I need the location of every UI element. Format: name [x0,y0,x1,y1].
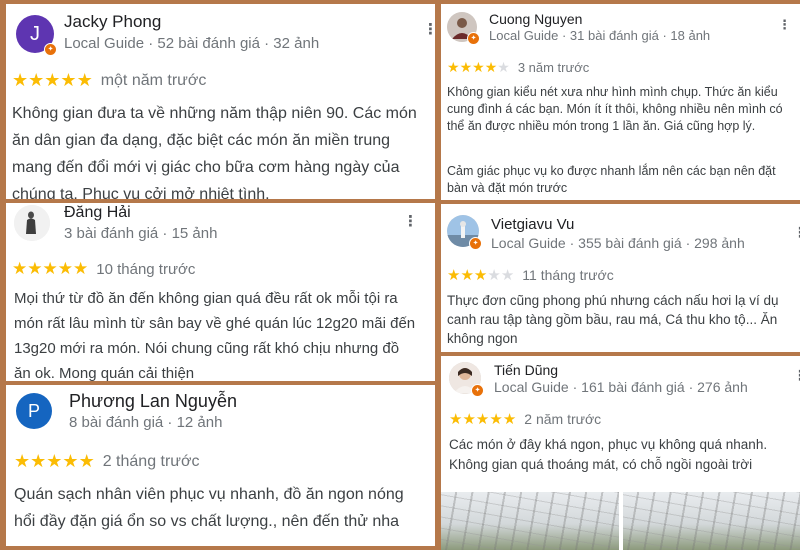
star-empty-icon: ★ [497,59,510,76]
review-photos [441,492,800,550]
review-text: Không gian kiểu nét xưa như hình mình ch… [447,85,783,133]
review-card-phuong-lan-nguyen: P Phương Lan Nguyễn 8 bài đánh giá · 12 … [6,385,435,546]
star-rating: ★ ★ ★ ★ ★ 2 năm trước [449,411,601,427]
review-text: Không gian đưa ta về những năm thập niên… [12,105,417,199]
star-empty-icon: ★ [500,265,515,284]
star-icon: ★ [78,451,95,472]
avatar-letter: J [30,22,40,45]
reviewer-name[interactable]: Cuong Nguyen [489,11,582,27]
avatar-letter: P [27,400,40,421]
review-card-tien-dung: ✦ Tiến Dũng Local Guide · 161 bài đánh g… [441,356,800,550]
review-card-cuong-nguyen: ✦ Cuong Nguyen Local Guide · 31 bài đánh… [441,4,800,200]
review-text: Quán sạch nhân viên phục vụ nhanh, đồ ăn… [14,486,404,530]
more-options-icon[interactable]: ⋮ [423,22,435,37]
review-text: Mọi thứ từ đồ ăn đến không gian quá đều … [14,290,416,381]
review-text: Thực đơn cũng phong phú nhưng cách nấu h… [447,293,779,346]
star-icon: ★ [447,59,460,76]
reviewer-name[interactable]: Đăng Hải [64,204,131,222]
star-rating: ★ ★ ★ ★ ★ 10 tháng trước [12,259,196,279]
reviewer-name[interactable]: Phương Lan Nguyễn [69,391,237,412]
more-options-icon[interactable]: ⋮ [793,369,800,383]
star-icon: ★ [57,259,73,279]
review-card-vietgiavu-vu: ✦ Vietgiavu Vu Local Guide · 355 bài đán… [441,204,800,352]
more-options-icon[interactable]: ⋮ [778,19,791,32]
review-photo[interactable] [441,492,619,550]
star-icon: ★ [484,59,498,76]
star-icon: ★ [447,265,461,284]
review-text: Các món ở đây khá ngon, phục vụ không qu… [449,437,768,472]
reviewer-name[interactable]: Tiến Dũng [494,362,558,378]
local-guide-badge-icon: ✦ [44,43,57,56]
reviewer-name[interactable]: Vietgiavu Vu [491,216,574,233]
review-card-dang-hai: Đăng Hải 3 bài đánh giá · 15 ảnh ⋮ ★ ★ ★… [6,203,435,381]
local-guide-badge-icon: ✦ [469,237,482,250]
avatar[interactable]: J ✦ [16,15,57,56]
reviewer-meta: Local Guide · 31 bài đánh giá · 18 ảnh [489,28,711,43]
review-card-jacky-phong: J ✦ Jacky Phong Local Guide · 52 bài đán… [6,4,435,199]
avatar[interactable] [14,205,50,241]
review-text-continued: Cảm giác phục vụ ko được nhanh lắm nên c… [447,164,776,195]
review-time: 10 tháng trước [96,261,196,278]
star-icon: ★ [46,451,63,472]
review-time: 2 năm trước [524,411,602,427]
star-icon: ★ [12,70,29,91]
more-options-icon[interactable]: ⋮ [403,214,418,229]
person-silhouette-icon [14,205,50,241]
local-guide-badge-icon: ✦ [471,384,484,397]
star-icon: ★ [42,259,58,279]
star-rating: ★ ★ ★ ★ ★ 3 năm trước [447,60,589,75]
star-icon: ★ [27,259,43,279]
star-icon: ★ [30,451,47,472]
review-time: 2 tháng trước [102,453,200,470]
review-time: một năm trước [100,72,207,89]
star-rating: ★ ★ ★ ★ ★ 11 tháng trước [447,267,614,283]
reviewer-meta: Local Guide · 52 bài đánh giá · 32 ảnh [64,35,320,52]
star-icon: ★ [502,409,517,428]
star-icon: ★ [472,59,485,76]
star-icon: ★ [60,70,77,91]
star-icon: ★ [460,265,474,284]
star-icon: ★ [28,70,45,91]
star-icon: ★ [76,70,93,91]
star-rating: ★ ★ ★ ★ ★ một năm trước [12,72,206,90]
star-icon: ★ [473,265,488,284]
star-icon: ★ [44,70,61,91]
review-time: 11 tháng trước [522,267,614,283]
star-icon: ★ [475,409,490,428]
reviewer-meta: Local Guide · 161 bài đánh giá · 276 ảnh [494,379,748,395]
star-icon: ★ [12,259,28,279]
review-time: 3 năm trước [517,60,590,75]
avatar[interactable]: ✦ [447,12,480,45]
avatar[interactable]: P [16,393,52,429]
star-icon: ★ [489,409,503,428]
star-icon: ★ [462,409,476,428]
reviewer-meta: 3 bài đánh giá · 15 ảnh [64,225,218,242]
review-photo[interactable] [622,492,800,550]
star-icon: ★ [449,409,463,428]
star-rating: ★ ★ ★ ★ ★ 2 tháng trước [14,453,200,471]
avatar[interactable]: ✦ [447,215,482,250]
more-options-icon[interactable]: ⋮ [793,226,800,240]
reviewer-meta: Local Guide · 355 bài đánh giá · 298 ảnh [491,235,745,251]
star-icon: ★ [459,59,473,76]
star-icon: ★ [14,451,31,472]
reviewer-meta: 8 bài đánh giá · 12 ảnh [69,414,223,431]
star-empty-icon: ★ [487,265,501,284]
avatar[interactable]: ✦ [449,362,484,397]
star-icon: ★ [62,451,79,472]
local-guide-badge-icon: ✦ [467,32,480,45]
reviewer-name[interactable]: Jacky Phong [64,12,161,32]
star-icon: ★ [73,259,89,279]
